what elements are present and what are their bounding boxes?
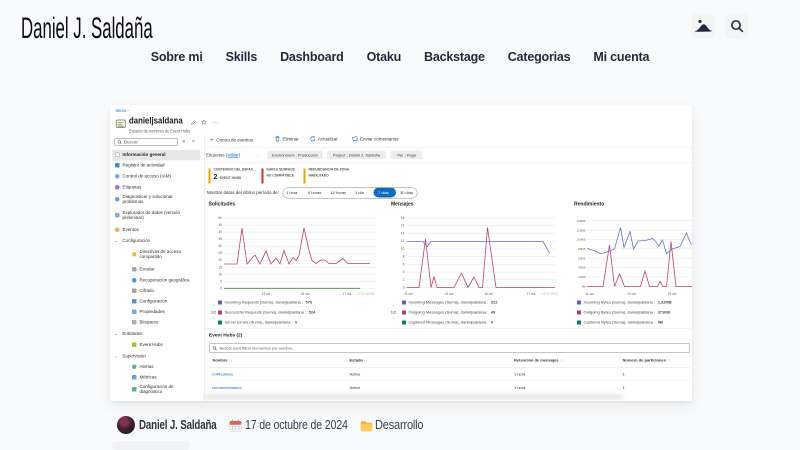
svg-text:40KB: 40KB [578, 266, 585, 270]
svg-text:11 oct: 11 oct [585, 292, 594, 296]
svg-text:4: 4 [403, 270, 405, 274]
svg-text:12: 12 [401, 239, 405, 243]
svg-text:0B: 0B [582, 285, 586, 289]
svg-text:15 oct: 15 oct [668, 292, 677, 296]
svg-text:17 oct: 17 oct [343, 292, 352, 296]
svg-text:15: 15 [218, 266, 222, 270]
svg-text:16: 16 [401, 224, 405, 228]
svg-text:100KB: 100KB [576, 238, 585, 242]
svg-text:20KB: 20KB [578, 275, 585, 279]
svg-text:60KB: 60KB [578, 257, 585, 261]
svg-text:10: 10 [218, 273, 222, 277]
svg-text:25: 25 [218, 251, 222, 255]
svg-text:UTC+02:00: UTC+02:00 [358, 292, 375, 296]
svg-text:15 oct: 15 oct [484, 292, 493, 296]
svg-text:14: 14 [401, 232, 405, 236]
svg-text:8: 8 [403, 255, 405, 259]
svg-text:35: 35 [218, 237, 222, 241]
svg-text:13 oct: 13 oct [445, 292, 454, 296]
svg-text:18: 18 [401, 216, 405, 220]
svg-text:45: 45 [218, 223, 222, 227]
svg-text:15 oct: 15 oct [301, 292, 310, 296]
svg-text:13 oct: 13 oct [627, 292, 636, 296]
svg-text:10: 10 [401, 247, 405, 251]
svg-text:140KB: 140KB [576, 219, 585, 223]
svg-text:40: 40 [218, 230, 222, 234]
svg-text:2: 2 [403, 278, 405, 282]
svg-text:13 oct: 13 oct [262, 292, 271, 296]
svg-text:20: 20 [218, 258, 222, 262]
svg-text:0: 0 [403, 286, 405, 290]
svg-text:30: 30 [218, 244, 222, 248]
svg-text:80KB: 80KB [578, 247, 585, 251]
svg-text:50: 50 [218, 216, 222, 220]
svg-text:UTC+02:0: UTC+02:0 [543, 292, 558, 296]
svg-text:6: 6 [403, 263, 405, 267]
svg-text:120KB: 120KB [576, 228, 585, 232]
svg-text:17 oct: 17 oct [527, 292, 536, 296]
svg-text:5: 5 [220, 280, 222, 284]
svg-text:0: 0 [220, 287, 222, 291]
svg-text:11 oct: 11 oct [404, 292, 413, 296]
